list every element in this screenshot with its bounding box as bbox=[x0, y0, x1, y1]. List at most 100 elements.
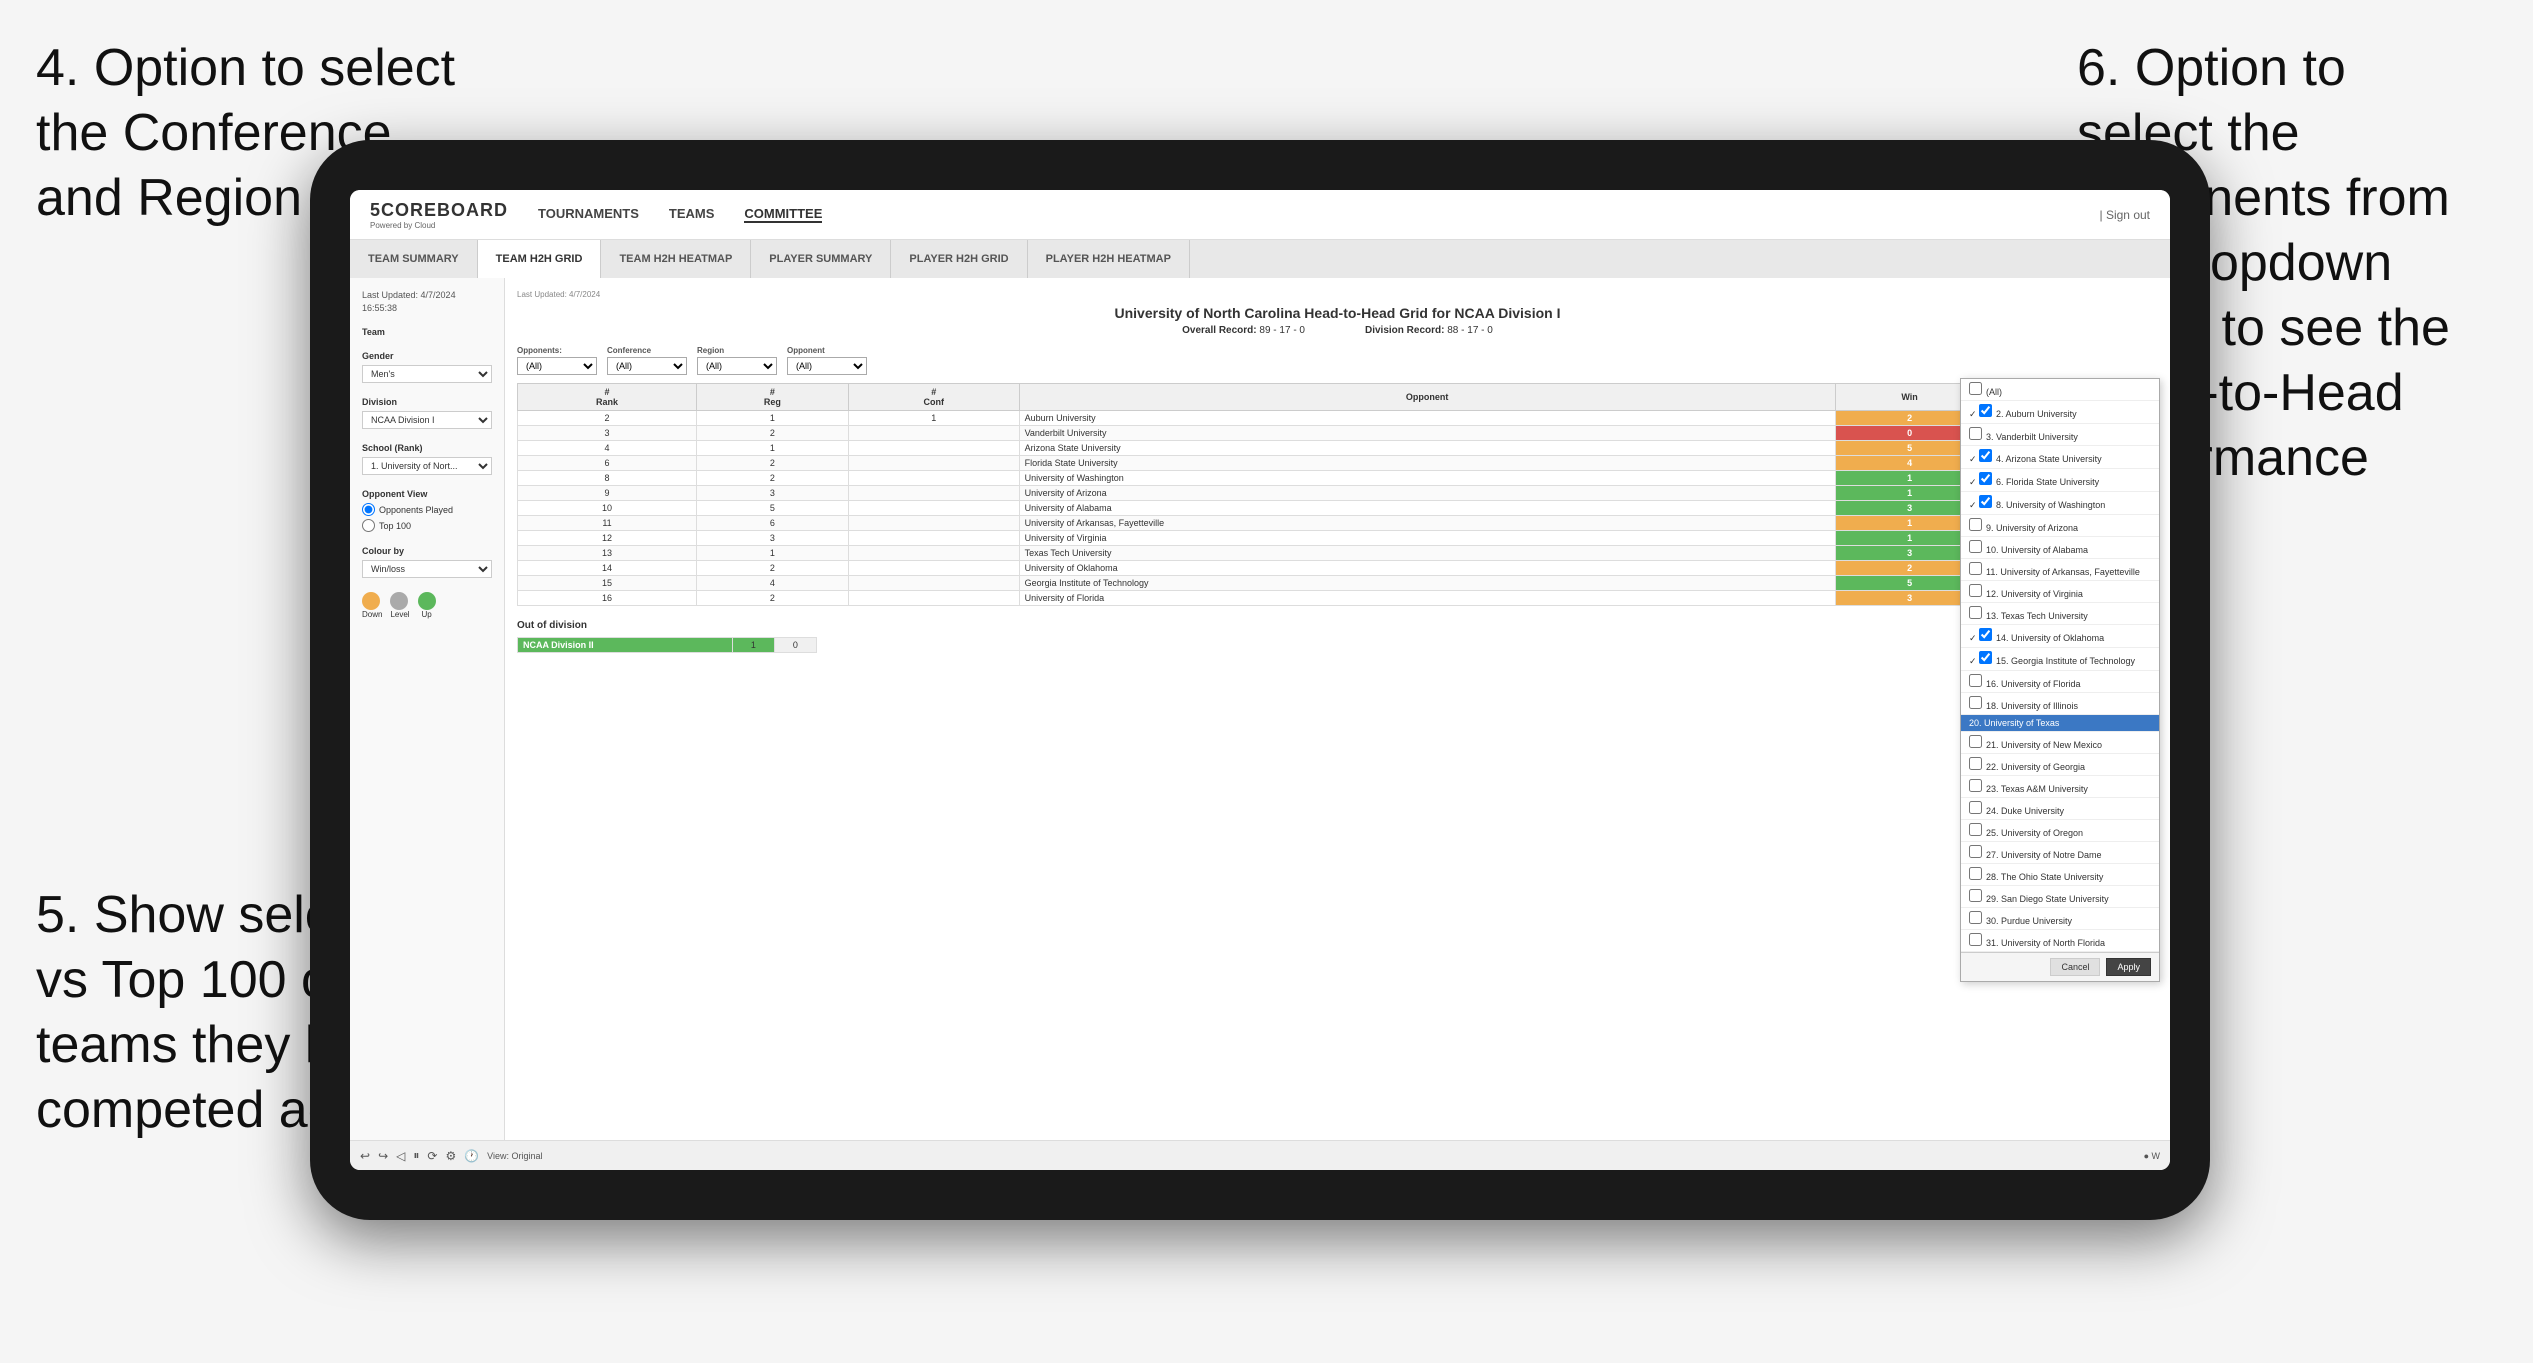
dropdown-checkbox[interactable] bbox=[1969, 696, 1982, 709]
dropdown-checkbox[interactable] bbox=[1969, 540, 1982, 553]
dropdown-checkbox[interactable] bbox=[1969, 889, 1982, 902]
sidebar-radio-group: Opponents Played Top 100 bbox=[362, 503, 492, 532]
toolbar-pause[interactable]: ⏸ bbox=[413, 1148, 419, 1163]
toolbar-redo[interactable]: ↪ bbox=[378, 1149, 388, 1163]
dropdown-checkbox[interactable] bbox=[1979, 495, 1992, 508]
dropdown-checkbox[interactable] bbox=[1969, 933, 1982, 946]
dropdown-item[interactable]: 21. University of New Mexico bbox=[1961, 732, 2159, 754]
dropdown-checkbox[interactable] bbox=[1969, 911, 1982, 924]
opponent-dropdown[interactable]: (All)2. Auburn University3. Vanderbilt U… bbox=[1960, 378, 2160, 982]
dropdown-item[interactable]: 28. The Ohio State University bbox=[1961, 864, 2159, 886]
dropdown-item[interactable]: 15. Georgia Institute of Technology bbox=[1961, 648, 2159, 671]
cell-rank: 4 bbox=[518, 441, 697, 456]
dropdown-item[interactable]: 22. University of Georgia bbox=[1961, 754, 2159, 776]
dropdown-item[interactable]: 30. Purdue University bbox=[1961, 908, 2159, 930]
cell-opponent: University of Arizona bbox=[1019, 486, 1835, 501]
radio-top-100[interactable]: Top 100 bbox=[362, 519, 492, 532]
dropdown-item[interactable]: 23. Texas A&M University bbox=[1961, 776, 2159, 798]
dropdown-item[interactable]: 12. University of Virginia bbox=[1961, 581, 2159, 603]
dropdown-item[interactable]: 25. University of Oregon bbox=[1961, 820, 2159, 842]
dropdown-item[interactable]: 8. University of Washington bbox=[1961, 492, 2159, 515]
dropdown-checkbox[interactable] bbox=[1979, 651, 1992, 664]
subnav-team-h2h-grid[interactable]: TEAM H2H GRID bbox=[478, 240, 602, 278]
filter-row: Opponents: (All) Conference (All) Region bbox=[517, 346, 2158, 375]
dropdown-checkbox[interactable] bbox=[1969, 584, 1982, 597]
dropdown-item[interactable]: 4. Arizona State University bbox=[1961, 446, 2159, 469]
dropdown-checkbox[interactable] bbox=[1979, 404, 1992, 417]
filter-conf-select[interactable]: (All) bbox=[607, 357, 687, 375]
dropdown-checkbox[interactable] bbox=[1969, 606, 1982, 619]
toolbar-settings[interactable]: ⚙ bbox=[445, 1149, 456, 1163]
dropdown-item[interactable]: 24. Duke University bbox=[1961, 798, 2159, 820]
subnav-player-h2h-grid[interactable]: PLAYER H2H GRID bbox=[891, 240, 1027, 278]
dropdown-checkbox[interactable] bbox=[1969, 562, 1982, 575]
dropdown-checkbox[interactable] bbox=[1969, 823, 1982, 836]
dropdown-checkbox[interactable] bbox=[1969, 518, 1982, 531]
dropdown-item[interactable]: 20. University of Texas bbox=[1961, 715, 2159, 732]
dropdown-item[interactable]: 27. University of Notre Dame bbox=[1961, 842, 2159, 864]
dropdown-checkbox[interactable] bbox=[1969, 779, 1982, 792]
subnav-team-summary[interactable]: TEAM SUMMARY bbox=[350, 240, 478, 278]
table-row: 2 1 1 Auburn University 2 1 bbox=[518, 411, 2158, 426]
logo-area: 5COREBOARD Powered by Cloud bbox=[370, 200, 508, 230]
dropdown-item[interactable]: 31. University of North Florida bbox=[1961, 930, 2159, 952]
radio-opponents-played-input[interactable] bbox=[362, 503, 375, 516]
out-of-div-table: NCAA Division II 1 0 bbox=[517, 637, 817, 653]
filter-opponent-select[interactable]: (All) bbox=[787, 357, 867, 375]
dropdown-cancel-button[interactable]: Cancel bbox=[2050, 958, 2100, 976]
legend-level-label: Level bbox=[390, 610, 409, 619]
sidebar-school-select[interactable]: 1. University of Nort... bbox=[362, 457, 492, 475]
sidebar-colour-select[interactable]: Win/loss bbox=[362, 560, 492, 578]
dropdown-item[interactable]: 13. Texas Tech University bbox=[1961, 603, 2159, 625]
sidebar-opponent-view: Opponent View Opponents Played Top 100 bbox=[362, 489, 492, 532]
dropdown-checkbox[interactable] bbox=[1969, 845, 1982, 858]
dropdown-checkbox[interactable] bbox=[1979, 449, 1992, 462]
dropdown-checkbox[interactable] bbox=[1969, 867, 1982, 880]
table-row: 16 2 University of Florida 3 1 bbox=[518, 591, 2158, 606]
cell-rank: 8 bbox=[518, 471, 697, 486]
dropdown-apply-button[interactable]: Apply bbox=[2106, 958, 2151, 976]
cell-rank: 13 bbox=[518, 546, 697, 561]
cell-opponent: Arizona State University bbox=[1019, 441, 1835, 456]
dropdown-item[interactable]: 14. University of Oklahoma bbox=[1961, 625, 2159, 648]
nav-right[interactable]: | Sign out bbox=[2100, 208, 2150, 222]
dropdown-checkbox[interactable] bbox=[1969, 757, 1982, 770]
filter-opponents-select[interactable]: (All) bbox=[517, 357, 597, 375]
subnav-player-summary[interactable]: PLAYER SUMMARY bbox=[751, 240, 891, 278]
filter-conference: Conference (All) bbox=[607, 346, 687, 375]
radio-top100-input[interactable] bbox=[362, 519, 375, 532]
sidebar-division-select[interactable]: NCAA Division I bbox=[362, 411, 492, 429]
toolbar-refresh[interactable]: ⟳ bbox=[427, 1149, 437, 1163]
dropdown-item[interactable]: (All) bbox=[1961, 379, 2159, 401]
dropdown-checkbox[interactable] bbox=[1969, 382, 1982, 395]
dropdown-item[interactable]: 10. University of Alabama bbox=[1961, 537, 2159, 559]
toolbar-back[interactable]: ◁ bbox=[396, 1149, 405, 1163]
sidebar-gender-select[interactable]: Men's Women's bbox=[362, 365, 492, 383]
report-title: University of North Carolina Head-to-Hea… bbox=[517, 305, 2158, 321]
dropdown-checkbox[interactable] bbox=[1969, 674, 1982, 687]
dropdown-checkbox[interactable] bbox=[1979, 628, 1992, 641]
subnav-player-h2h-heatmap[interactable]: PLAYER H2H HEATMAP bbox=[1028, 240, 1190, 278]
toolbar-undo[interactable]: ↩ bbox=[360, 1149, 370, 1163]
dropdown-item[interactable]: 29. San Diego State University bbox=[1961, 886, 2159, 908]
filter-region-select[interactable]: (All) bbox=[697, 357, 777, 375]
filter-region: Region (All) bbox=[697, 346, 777, 375]
subnav-team-h2h-heatmap[interactable]: TEAM H2H HEATMAP bbox=[601, 240, 751, 278]
dropdown-item[interactable]: 16. University of Florida bbox=[1961, 671, 2159, 693]
dropdown-item[interactable]: 3. Vanderbilt University bbox=[1961, 424, 2159, 446]
radio-opponents-played[interactable]: Opponents Played bbox=[362, 503, 492, 516]
dropdown-item[interactable]: 9. University of Arizona bbox=[1961, 515, 2159, 537]
toolbar-clock[interactable]: 🕐 bbox=[464, 1149, 479, 1163]
dropdown-checkbox[interactable] bbox=[1979, 472, 1992, 485]
dropdown-checkbox[interactable] bbox=[1969, 801, 1982, 814]
nav-tournaments[interactable]: TOURNAMENTS bbox=[538, 206, 639, 223]
cell-rank: 6 bbox=[518, 456, 697, 471]
nav-committee[interactable]: COMMITTEE bbox=[744, 206, 822, 223]
dropdown-checkbox[interactable] bbox=[1969, 427, 1982, 440]
dropdown-item[interactable]: 11. University of Arkansas, Fayetteville bbox=[1961, 559, 2159, 581]
dropdown-checkbox[interactable] bbox=[1969, 735, 1982, 748]
dropdown-item[interactable]: 2. Auburn University bbox=[1961, 401, 2159, 424]
dropdown-item[interactable]: 18. University of Illinois bbox=[1961, 693, 2159, 715]
nav-teams[interactable]: TEAMS bbox=[669, 206, 715, 223]
dropdown-item[interactable]: 6. Florida State University bbox=[1961, 469, 2159, 492]
